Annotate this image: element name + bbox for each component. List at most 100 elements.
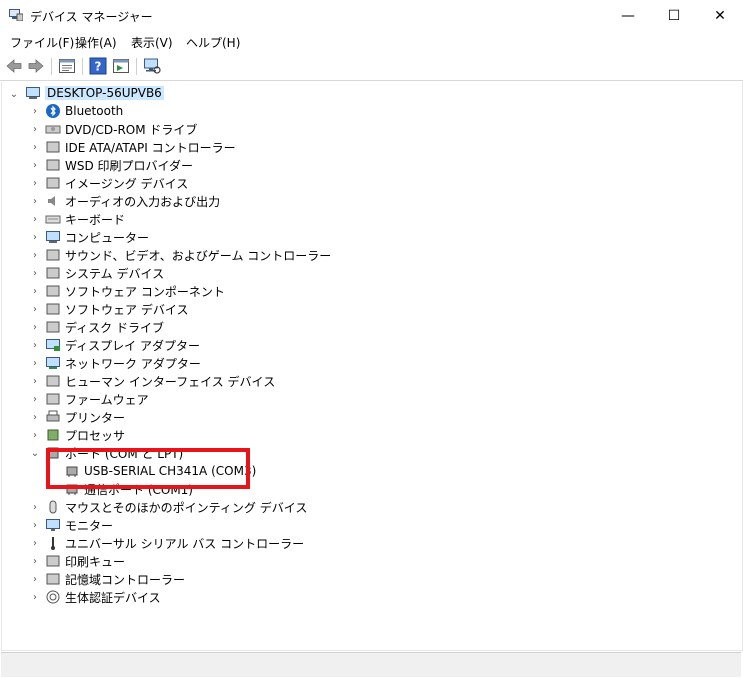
tree-category-label: ヒューマン インターフェイス デバイス [65, 374, 276, 389]
expand-chevron-icon[interactable]: › [30, 412, 40, 423]
tree-category-label: IDE ATA/ATAPI コントローラー [65, 140, 236, 155]
expand-chevron-icon[interactable]: › [30, 520, 40, 531]
help-icon[interactable]: ? [89, 57, 107, 75]
tree-category[interactable]: システム デバイス [45, 264, 164, 282]
menu-view[interactable]: 表示(V) [131, 34, 173, 51]
forward-arrow-icon[interactable] [27, 57, 45, 75]
tree-category-label: ソフトウェア デバイス [65, 302, 189, 317]
tree-category[interactable]: サウンド、ビデオ、およびゲーム コントローラー [45, 246, 331, 264]
tree-category-label: プロセッサ [65, 428, 126, 443]
expand-chevron-icon[interactable]: › [30, 304, 40, 315]
tree-root-label: DESKTOP-56UPVB6 [45, 86, 164, 100]
disk-drive-icon [45, 319, 61, 335]
expand-chevron-icon[interactable]: › [30, 574, 40, 585]
tree-device[interactable]: USB-SERIAL CH341A (COM3) [64, 462, 256, 480]
tree-category-label: ソフトウェア コンポーネント [65, 284, 225, 299]
bluetooth-icon [45, 103, 61, 119]
details-view-icon[interactable] [112, 57, 130, 75]
tree-category-label: ユニバーサル シリアル バス コントローラー [65, 536, 305, 551]
expand-chevron-icon[interactable]: › [30, 340, 40, 351]
system-device-icon [45, 265, 61, 281]
minimize-button[interactable]: — [605, 0, 651, 31]
tree-category-label: Bluetooth [65, 104, 124, 118]
expand-chevron-icon[interactable]: › [30, 142, 40, 153]
keyboard-icon [45, 211, 61, 227]
tree-category[interactable]: ネットワーク アダプター [45, 354, 201, 372]
expand-chevron-icon[interactable]: › [30, 160, 40, 171]
tree-category[interactable]: プリンター [45, 408, 125, 426]
tree-device[interactable]: 通信ポート (COM1) [64, 480, 193, 498]
maximize-button[interactable]: ☐ [651, 0, 697, 31]
tree-category[interactable]: DVD/CD-ROM ドライブ [45, 120, 197, 138]
close-button[interactable]: ✕ [697, 0, 743, 31]
tree-category[interactable]: ユニバーサル シリアル バス コントローラー [45, 534, 304, 552]
expand-chevron-icon[interactable]: › [30, 286, 40, 297]
sound-icon [45, 247, 61, 263]
expand-chevron-icon[interactable]: › [30, 592, 40, 603]
tree-category[interactable]: ポート (COM と LPT) [45, 444, 183, 462]
tree-category[interactable]: オーディオの入力および出力 [45, 192, 220, 210]
tree-category[interactable]: Bluetooth [45, 102, 123, 120]
back-arrow-icon[interactable] [5, 57, 23, 75]
title-bar: デバイス マネージャー — ☐ ✕ [0, 0, 743, 31]
toolbar-separator [51, 58, 52, 75]
tree-category[interactable]: 記憶域コントローラー [45, 570, 185, 588]
processor-icon [45, 427, 61, 443]
tree-category[interactable]: モニター [45, 516, 113, 534]
collapse-chevron-icon[interactable]: ⌄ [30, 448, 40, 459]
tree-category-label: DVD/CD-ROM ドライブ [65, 122, 198, 137]
biometric-icon [45, 589, 61, 605]
tree-category[interactable]: ソフトウェア コンポーネント [45, 282, 225, 300]
tree-category-label: 印刷キュー [65, 554, 126, 569]
expand-chevron-icon[interactable]: › [30, 430, 40, 441]
expand-chevron-icon[interactable]: › [30, 106, 40, 117]
expand-chevron-icon[interactable]: › [30, 358, 40, 369]
expand-chevron-icon[interactable]: › [30, 376, 40, 387]
tree-category-label: モニター [65, 518, 114, 533]
menu-file[interactable]: ファイル(F) [10, 34, 74, 51]
expand-chevron-icon[interactable]: › [30, 250, 40, 261]
device-manager-icon [9, 9, 23, 21]
expand-chevron-icon[interactable]: › [30, 502, 40, 513]
wsd-printer-icon [45, 157, 61, 173]
tree-category[interactable]: ヒューマン インターフェイス デバイス [45, 372, 275, 390]
expand-chevron-icon[interactable]: › [30, 178, 40, 189]
tree-category[interactable]: キーボード [45, 210, 125, 228]
tree-category[interactable]: イメージング デバイス [45, 174, 188, 192]
expand-chevron-icon[interactable]: › [30, 196, 40, 207]
tree-category[interactable]: マウスとそのほかのポインティング デバイス [45, 498, 307, 516]
status-bar [1, 652, 741, 677]
tree-category[interactable]: IDE ATA/ATAPI コントローラー [45, 138, 236, 156]
tree-category-label: ファームウェア [65, 392, 149, 407]
scan-hardware-icon[interactable] [143, 57, 161, 75]
tree-category[interactable]: 印刷キュー [45, 552, 125, 570]
menu-help[interactable]: ヘルプ(H) [186, 34, 240, 51]
expand-chevron-icon[interactable]: › [30, 268, 40, 279]
tree-category[interactable]: プロセッサ [45, 426, 125, 444]
tree-category[interactable]: 生体認証デバイス [45, 588, 161, 606]
expand-chevron-icon[interactable]: › [30, 556, 40, 567]
collapse-chevron-icon[interactable]: ⌄ [9, 89, 19, 100]
tree-category[interactable]: コンピューター [45, 228, 149, 246]
expand-chevron-icon[interactable]: › [30, 124, 40, 135]
tree-category[interactable]: ソフトウェア デバイス [45, 300, 188, 318]
menu-action[interactable]: 操作(A) [75, 34, 117, 51]
tree-category[interactable]: ディスプレイ アダプター [45, 336, 200, 354]
tree-category[interactable]: ディスク ドライブ [45, 318, 164, 336]
tree-device-label: USB-SERIAL CH341A (COM3) [84, 464, 257, 478]
expand-chevron-icon[interactable]: › [30, 214, 40, 225]
expand-chevron-icon[interactable]: › [30, 538, 40, 549]
tree-root[interactable]: DESKTOP-56UPVB6 [25, 84, 164, 102]
device-tree[interactable]: ⌄ DESKTOP-56UPVB6 › Bluetooth › DVD/CD-ROM … [1, 82, 743, 651]
camera-icon [45, 175, 61, 191]
expand-chevron-icon[interactable]: › [30, 232, 40, 243]
tree-category[interactable]: WSD 印刷プロバイダー [45, 156, 193, 174]
toolbar: ? [0, 53, 743, 81]
tree-category-label: オーディオの入力および出力 [65, 194, 221, 209]
port-device-icon [64, 481, 80, 497]
tree-category[interactable]: ファームウェア [45, 390, 149, 408]
svg-text:?: ? [95, 60, 102, 74]
expand-chevron-icon[interactable]: › [30, 394, 40, 405]
properties-icon[interactable] [58, 57, 76, 75]
expand-chevron-icon[interactable]: › [30, 322, 40, 333]
